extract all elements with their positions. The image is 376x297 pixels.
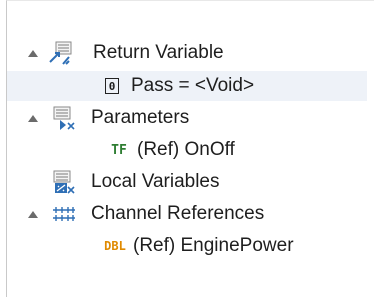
tree-node-channel-references[interactable]: Channel References [7,199,367,229]
tree-node-label: Parameters [91,107,190,128]
double-type-icon: DBL [104,239,126,253]
tree-node-label: Local Variables [91,171,220,192]
tree-node-label: Pass = <Void> [131,75,255,96]
parameters-icon [51,105,77,131]
tree-node-label: Channel References [91,203,265,224]
tree-node-parameters[interactable]: Parameters [7,103,367,133]
local-variables-icon [51,169,77,195]
variables-tree: Return Variable 0 Pass = <Void> Paramete… [7,1,374,297]
channel-references-icon [51,201,77,227]
variables-tree-panel: Return Variable 0 Pass = <Void> Paramete… [6,0,374,297]
tree-node-return-variable[interactable]: Return Variable [7,38,367,68]
tree-node-label: (Ref) EnginePower [133,235,294,256]
tree-node-local-variables[interactable]: Local Variables [7,167,367,197]
return-variable-icon [47,40,73,66]
tree-node-onoff-parameter[interactable]: TF (Ref) OnOff [7,135,367,165]
tree-node-pass-variable[interactable]: 0 Pass = <Void> [7,71,367,101]
void-type-icon: 0 [99,73,125,99]
boolean-type-icon: TF [111,142,127,158]
expand-arrow-icon[interactable] [27,208,39,220]
expand-arrow-icon[interactable] [27,47,39,59]
tree-node-enginepower-reference[interactable]: DBL (Ref) EnginePower [7,231,367,261]
tree-node-label: (Ref) OnOff [137,139,235,160]
expand-arrow-icon[interactable] [27,112,39,124]
tree-node-label: Return Variable [93,42,224,63]
